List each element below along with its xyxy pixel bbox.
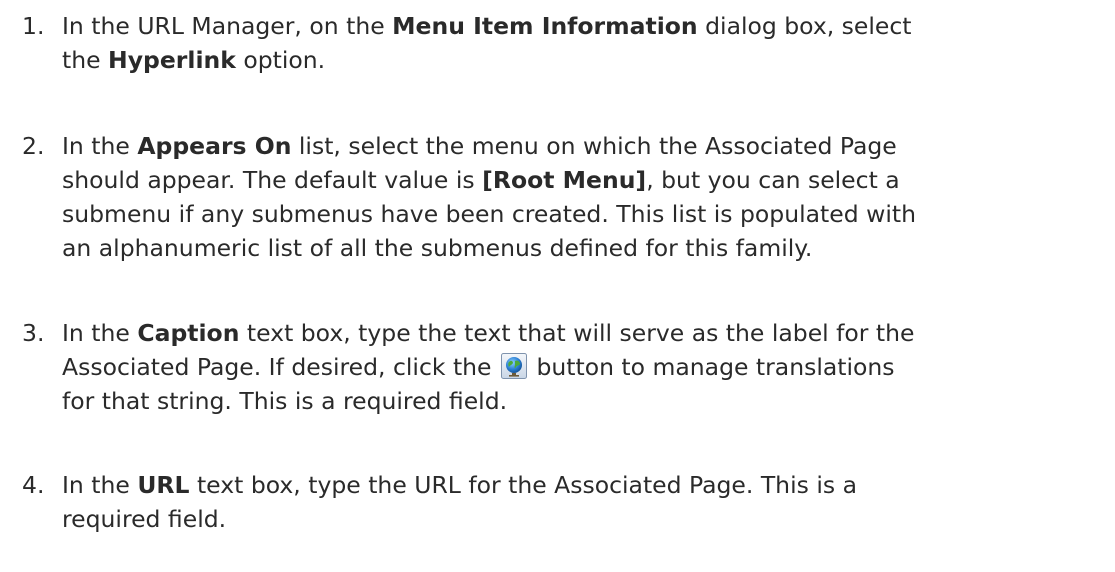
- step-line: the Hyperlink option.: [62, 46, 326, 74]
- step-line: submenu if any submenus have been create…: [62, 200, 916, 228]
- step-line: for that string. This is a required fiel…: [62, 387, 508, 415]
- globe-icon: [500, 353, 527, 379]
- step-line: an alphanumeric list of all the submenus…: [62, 234, 813, 262]
- step-line: In the Appears On list, select the menu …: [62, 132, 897, 160]
- step-line: required field.: [62, 505, 227, 533]
- ui-term-appears-on: Appears On: [137, 132, 292, 160]
- step-line: Associated Page. If desired, click the b…: [62, 353, 895, 381]
- step-number: 3.: [22, 319, 45, 347]
- ui-term-menu-item-information: Menu Item Information: [392, 12, 698, 40]
- step-line: should appear. The default value is [Roo…: [62, 166, 900, 194]
- ui-term-caption: Caption: [137, 319, 240, 347]
- ui-term-hyperlink: Hyperlink: [108, 46, 236, 74]
- step-number: 1.: [22, 12, 45, 40]
- step-text: In the Appears On list, select the menu …: [62, 129, 1102, 265]
- step-line: In the URL Manager, on the Menu Item Inf…: [62, 12, 912, 40]
- step-number: 4.: [22, 471, 45, 499]
- step-line: In the Caption text box, type the text t…: [62, 319, 915, 347]
- ui-term-url: URL: [137, 471, 190, 499]
- step-line: In the URL text box, type the URL for th…: [62, 471, 857, 499]
- step-text: In the URL Manager, on the Menu Item Inf…: [62, 9, 1102, 77]
- ui-term-root-menu: [Root Menu]: [482, 166, 647, 194]
- step-text: In the Caption text box, type the text t…: [62, 316, 1102, 418]
- step-number: 2.: [22, 132, 45, 160]
- step-text: In the URL text box, type the URL for th…: [62, 468, 1102, 536]
